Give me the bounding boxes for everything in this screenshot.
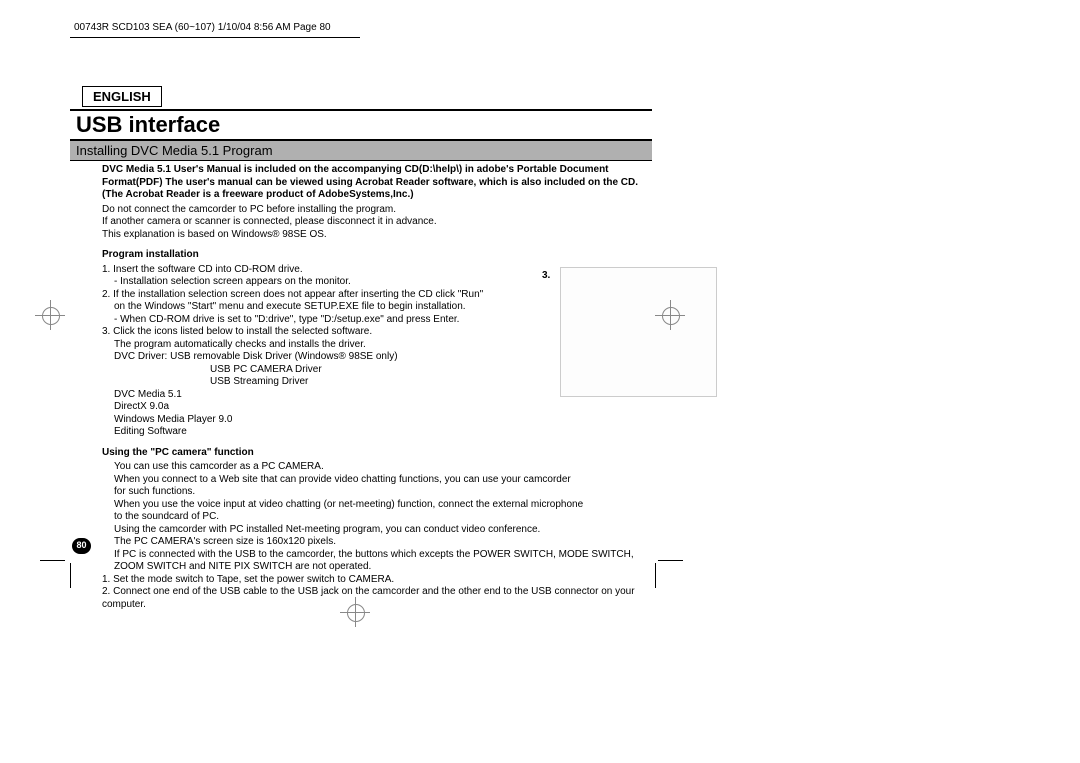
install-step-3g: Windows Media Player 9.0 <box>114 414 650 427</box>
install-step-3f: DirectX 9.0a <box>114 401 650 414</box>
install-step-3h: Editing Software <box>114 426 650 439</box>
pccam-p6a: ZOOM SWITCH and NITE PIX SWITCH are not … <box>114 561 650 574</box>
registration-mark-right <box>655 300 685 330</box>
page-number-badge: 80 <box>72 538 91 554</box>
pccam-p2: When you connect to a Web site that can … <box>114 474 650 487</box>
print-header: 00743R SCD103 SEA (60~107) 1/10/04 8:56 … <box>70 20 1010 35</box>
crop-mark <box>658 560 683 561</box>
pccam-p6: If PC is connected with the USB to the c… <box>114 549 650 562</box>
header-rule <box>70 37 360 38</box>
intro-bold-3: (The Acrobat Reader is a freeware produc… <box>102 189 650 202</box>
intro-bold-1: DVC Media 5.1 User's Manual is included … <box>102 164 650 177</box>
registration-mark-left <box>35 300 65 330</box>
pccam-n1: 1. Set the mode switch to Tape, set the … <box>102 574 650 587</box>
pccam-p5: The PC CAMERA's screen size is 160x120 p… <box>114 536 650 549</box>
pccam-n2: 2. Connect one end of the USB cable to t… <box>102 586 650 611</box>
intro-plain-3: This explanation is based on Windows® 98… <box>102 229 650 242</box>
pccam-p3a: to the soundcard of PC. <box>114 511 650 524</box>
page-title: USB interface <box>70 109 652 141</box>
crop-mark <box>40 560 65 561</box>
crop-mark <box>70 563 71 588</box>
pccam-p1: You can use this camcorder as a PC CAMER… <box>114 461 650 474</box>
section-subtitle: Installing DVC Media 5.1 Program <box>70 141 652 161</box>
pccam-p2a: for such functions. <box>114 486 650 499</box>
figure-placeholder <box>560 267 717 397</box>
figure-label: 3. <box>542 270 550 281</box>
section-label-install: Program installation <box>102 249 650 262</box>
page-container: 00743R SCD103 SEA (60~107) 1/10/04 8:56 … <box>70 20 1010 611</box>
crop-mark <box>655 563 656 588</box>
pccam-p3: When you use the voice input at video ch… <box>114 499 650 512</box>
section-label-pccam: Using the "PC camera" function <box>102 447 650 460</box>
pccam-p4: Using the camcorder with PC installed Ne… <box>114 524 650 537</box>
intro-plain-1: Do not connect the camcorder to PC befor… <box>102 204 650 217</box>
language-box: ENGLISH <box>82 86 162 107</box>
intro-plain-2: If another camera or scanner is connecte… <box>102 216 650 229</box>
registration-mark-bottom <box>340 597 370 627</box>
intro-bold-2: Format(PDF) The user's manual can be vie… <box>102 177 650 190</box>
